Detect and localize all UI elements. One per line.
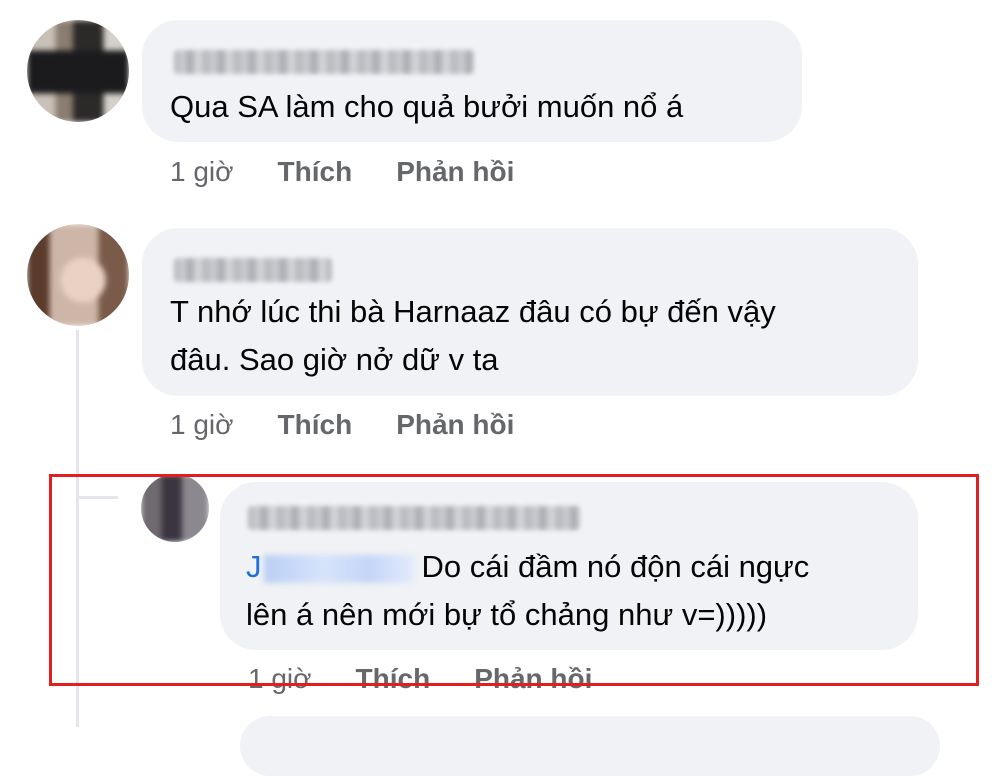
comment-text: Qua SA làm cho quả bưởi muốn nổ á xyxy=(170,89,684,124)
comment-bubble: T nhớ lúc thi bà Harnaaz đâu có bự đến v… xyxy=(142,228,918,396)
comment-text-line: T nhớ lúc thi bà Harnaaz đâu có bự đến v… xyxy=(170,294,776,329)
comment-timestamp[interactable]: 1 giờ xyxy=(170,156,234,188)
reply-button[interactable]: Phản hồi xyxy=(396,156,514,188)
highlight-frame xyxy=(49,474,979,686)
comment-actions: 1 giờ Thích Phản hồi xyxy=(170,409,514,441)
author-name-redacted[interactable] xyxy=(174,50,474,74)
comment-text-line: đâu. Sao giờ nở dữ v ta xyxy=(170,342,499,377)
comment-timestamp[interactable]: 1 giờ xyxy=(170,409,234,441)
author-name-redacted[interactable] xyxy=(174,258,332,282)
comment-bubble: Qua SA làm cho quả bưởi muốn nổ á xyxy=(142,20,802,142)
reply-button[interactable]: Phản hồi xyxy=(396,409,514,441)
commenter-avatar[interactable] xyxy=(27,224,129,326)
commenter-avatar[interactable] xyxy=(27,20,129,122)
like-button[interactable]: Thích xyxy=(278,409,353,441)
comment-text: T nhớ lúc thi bà Harnaaz đâu có bự đến v… xyxy=(170,288,776,384)
like-button[interactable]: Thích xyxy=(278,156,353,188)
comment-actions: 1 giờ Thích Phản hồi xyxy=(170,156,514,188)
next-comment-bubble-partial xyxy=(240,716,940,776)
